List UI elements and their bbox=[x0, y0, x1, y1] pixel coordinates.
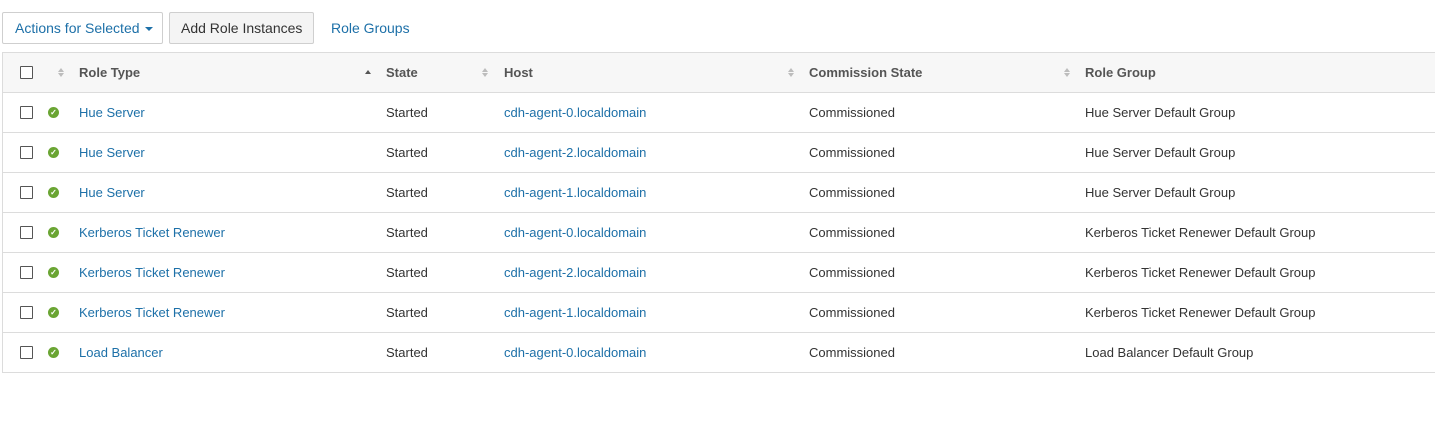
role-groups-link[interactable]: Role Groups bbox=[331, 20, 410, 36]
column-header-role-group[interactable]: Role Group bbox=[1085, 53, 1156, 92]
column-header-commission-state[interactable]: Commission State bbox=[809, 53, 922, 92]
commission-state-text: Commissioned bbox=[809, 225, 895, 240]
host-link[interactable]: cdh-agent-1.localdomain bbox=[504, 173, 646, 212]
host-link[interactable]: cdh-agent-2.localdomain bbox=[504, 133, 646, 172]
role-group-text: Hue Server Default Group bbox=[1085, 105, 1236, 120]
state-text: Started bbox=[386, 185, 428, 200]
check-circle-icon: ✓ bbox=[48, 347, 59, 358]
role-type-link[interactable]: Hue Server bbox=[79, 173, 145, 212]
actions-for-selected-button[interactable]: Actions for Selected bbox=[2, 12, 163, 44]
commission-state-text: Commissioned bbox=[809, 105, 895, 120]
actions-for-selected-label: Actions for Selected bbox=[15, 20, 140, 36]
role-type-link[interactable]: Kerberos Ticket Renewer bbox=[79, 293, 225, 332]
row-select-cell bbox=[20, 253, 33, 292]
commission-state-text: Commissioned bbox=[809, 185, 895, 200]
host-link[interactable]: cdh-agent-0.localdomain bbox=[504, 333, 646, 372]
row-checkbox[interactable] bbox=[20, 146, 33, 159]
select-all-checkbox[interactable] bbox=[20, 66, 33, 79]
status-cell: ✓ bbox=[48, 333, 59, 372]
role-group-text: Load Balancer Default Group bbox=[1085, 345, 1254, 360]
check-circle-icon: ✓ bbox=[48, 187, 59, 198]
state-text: Started bbox=[386, 225, 428, 240]
role-type-link[interactable]: Kerberos Ticket Renewer bbox=[79, 253, 225, 292]
table-row: ✓ Hue Server Started cdh-agent-1.localdo… bbox=[3, 173, 1435, 213]
status-cell: ✓ bbox=[48, 253, 59, 292]
host-link[interactable]: cdh-agent-0.localdomain bbox=[504, 213, 646, 252]
state-text: Started bbox=[386, 345, 428, 360]
state-text: Started bbox=[386, 105, 428, 120]
table-row: ✓ Kerberos Ticket Renewer Started cdh-ag… bbox=[3, 293, 1435, 333]
role-group-text: Kerberos Ticket Renewer Default Group bbox=[1085, 225, 1316, 240]
status-cell: ✓ bbox=[48, 213, 59, 252]
role-group-text: Kerberos Ticket Renewer Default Group bbox=[1085, 305, 1316, 320]
commission-state-text: Commissioned bbox=[809, 145, 895, 160]
sort-host-icon[interactable] bbox=[788, 53, 794, 92]
role-type-link[interactable]: Hue Server bbox=[79, 93, 145, 132]
host-link[interactable]: cdh-agent-1.localdomain bbox=[504, 293, 646, 332]
role-type-link[interactable]: Hue Server bbox=[79, 133, 145, 172]
table-row: ✓ Hue Server Started cdh-agent-2.localdo… bbox=[3, 133, 1435, 173]
select-all-cell bbox=[20, 53, 33, 92]
row-checkbox[interactable] bbox=[20, 266, 33, 279]
commission-state-text: Commissioned bbox=[809, 265, 895, 280]
sort-state-icon[interactable] bbox=[482, 53, 488, 92]
row-select-cell bbox=[20, 133, 33, 172]
row-select-cell bbox=[20, 213, 33, 252]
commission-state-text: Commissioned bbox=[809, 305, 895, 320]
check-circle-icon: ✓ bbox=[48, 147, 59, 158]
row-select-cell bbox=[20, 93, 33, 132]
role-instances-table: Role Type State Host Commission State Ro… bbox=[2, 52, 1435, 373]
role-group-text: Kerberos Ticket Renewer Default Group bbox=[1085, 265, 1316, 280]
state-text: Started bbox=[386, 265, 428, 280]
check-circle-icon: ✓ bbox=[48, 107, 59, 118]
role-type-link[interactable]: Load Balancer bbox=[79, 333, 163, 372]
check-circle-icon: ✓ bbox=[48, 307, 59, 318]
state-text: Started bbox=[386, 305, 428, 320]
row-checkbox[interactable] bbox=[20, 106, 33, 119]
column-header-host[interactable]: Host bbox=[504, 53, 533, 92]
caret-down-icon bbox=[144, 26, 153, 31]
role-group-text: Hue Server Default Group bbox=[1085, 145, 1236, 160]
table-row: ✓ Kerberos Ticket Renewer Started cdh-ag… bbox=[3, 213, 1435, 253]
column-header-state[interactable]: State bbox=[386, 53, 418, 92]
sort-status-icon[interactable] bbox=[58, 53, 64, 92]
commission-state-text: Commissioned bbox=[809, 345, 895, 360]
status-cell: ✓ bbox=[48, 293, 59, 332]
host-link[interactable]: cdh-agent-0.localdomain bbox=[504, 93, 646, 132]
table-header: Role Type State Host Commission State Ro… bbox=[3, 53, 1435, 93]
sort-role-type-icon[interactable] bbox=[365, 53, 371, 92]
row-select-cell bbox=[20, 173, 33, 212]
table-row: ✓ Kerberos Ticket Renewer Started cdh-ag… bbox=[3, 253, 1435, 293]
row-checkbox[interactable] bbox=[20, 306, 33, 319]
table-row: ✓ Hue Server Started cdh-agent-0.localdo… bbox=[3, 93, 1435, 133]
row-checkbox[interactable] bbox=[20, 186, 33, 199]
add-role-instances-button[interactable]: Add Role Instances bbox=[169, 12, 314, 44]
table-row: ✓ Load Balancer Started cdh-agent-0.loca… bbox=[3, 333, 1435, 373]
row-select-cell bbox=[20, 293, 33, 332]
status-cell: ✓ bbox=[48, 133, 59, 172]
row-checkbox[interactable] bbox=[20, 346, 33, 359]
host-link[interactable]: cdh-agent-2.localdomain bbox=[504, 253, 646, 292]
column-header-role-type[interactable]: Role Type bbox=[79, 53, 140, 92]
role-type-link[interactable]: Kerberos Ticket Renewer bbox=[79, 213, 225, 252]
sort-commission-state-icon[interactable] bbox=[1064, 53, 1070, 92]
status-cell: ✓ bbox=[48, 173, 59, 212]
row-select-cell bbox=[20, 333, 33, 372]
toolbar: Actions for Selected Add Role Instances … bbox=[2, 12, 410, 44]
row-checkbox[interactable] bbox=[20, 226, 33, 239]
check-circle-icon: ✓ bbox=[48, 227, 59, 238]
role-group-text: Hue Server Default Group bbox=[1085, 185, 1236, 200]
state-text: Started bbox=[386, 145, 428, 160]
check-circle-icon: ✓ bbox=[48, 267, 59, 278]
status-cell: ✓ bbox=[48, 93, 59, 132]
